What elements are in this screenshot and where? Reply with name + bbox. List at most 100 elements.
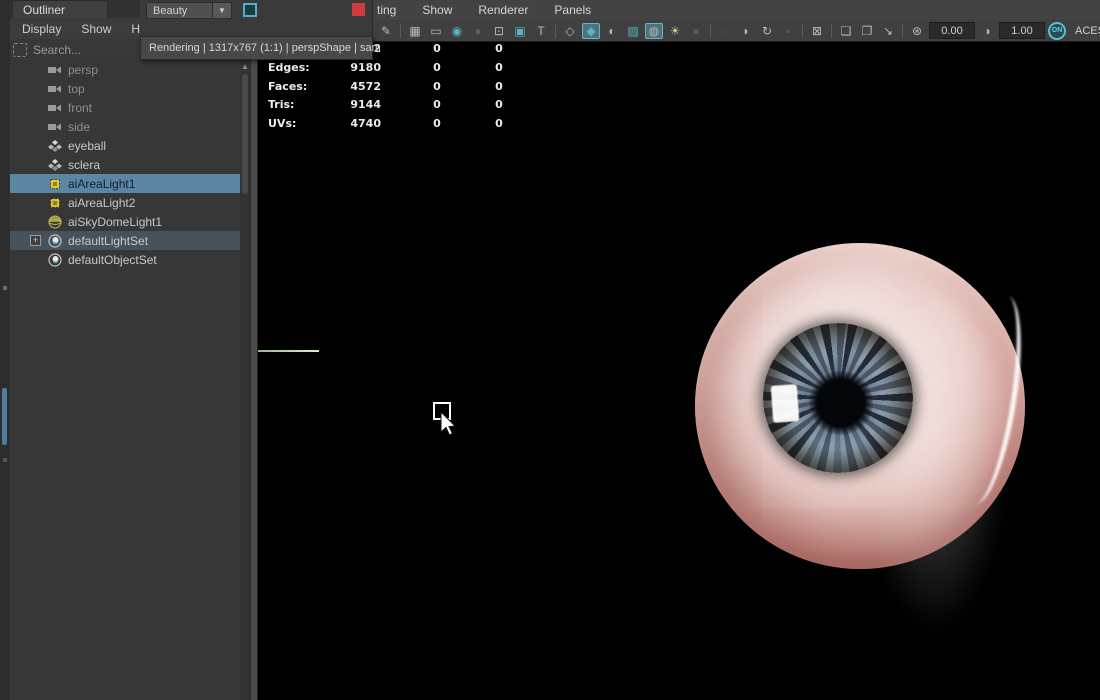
- outliner-item-defaultLightSet[interactable]: + defaultLightSet: [10, 231, 240, 250]
- hud-icon[interactable]: T: [532, 23, 550, 39]
- set-icon: [48, 234, 62, 248]
- gate-mask-off-icon[interactable]: ●: [469, 23, 487, 39]
- mouse-cursor: [433, 402, 467, 443]
- outliner-item-persp[interactable]: persp: [10, 60, 240, 79]
- isolate-select-icon[interactable]: ⊠: [808, 23, 826, 39]
- separator: [710, 24, 711, 38]
- image-plane-icon[interactable]: ▣: [511, 23, 529, 39]
- item-label: side: [68, 120, 90, 134]
- panel-divider[interactable]: [250, 0, 258, 700]
- wireframe-on-shaded-icon[interactable]: ◐: [603, 23, 621, 39]
- camera-icon: [48, 63, 62, 77]
- item-label: aiSkyDomeLight1: [68, 215, 162, 229]
- outliner-item-aiAreaLight1[interactable]: aiAreaLight1: [10, 174, 240, 193]
- item-label: aiAreaLight1: [68, 177, 135, 191]
- item-label: persp: [68, 63, 98, 77]
- grid-icon[interactable]: ▦: [406, 23, 424, 39]
- region-render-icon[interactable]: [243, 3, 257, 17]
- camera-icon: [48, 101, 62, 115]
- menu-renderer[interactable]: Renderer: [478, 3, 528, 17]
- camera-icon: [48, 82, 62, 96]
- textured-icon[interactable]: ▨: [624, 23, 642, 39]
- mesh-icon: [48, 158, 62, 172]
- refresh-icon[interactable]: ↻: [758, 23, 776, 39]
- aov-selected-value: Beauty: [147, 5, 212, 17]
- outliner-scrollbar[interactable]: ▲: [240, 60, 250, 700]
- mesh-icon: [48, 139, 62, 153]
- colorspace-label[interactable]: ACES 1.0 SDR-video (sRG: [1075, 25, 1100, 37]
- skydome-light-icon: [48, 215, 62, 229]
- item-label: eyeball: [68, 139, 106, 153]
- edge-dot: [3, 286, 7, 290]
- wireframe-icon[interactable]: ◇: [561, 23, 579, 39]
- edge-accent-bar: [2, 388, 7, 445]
- outliner-item-top[interactable]: top: [10, 79, 240, 98]
- exposure-field[interactable]: 0.00: [929, 22, 975, 39]
- filter-icon[interactable]: [13, 43, 27, 57]
- outliner-item-front[interactable]: front: [10, 98, 240, 117]
- gate-mask-icon[interactable]: ⊡: [490, 23, 508, 39]
- outliner-item-aiSkyDomeLight1[interactable]: aiSkyDomeLight1: [10, 212, 240, 231]
- iris-specular-highlight: [771, 384, 800, 423]
- snapshot-compare-icon[interactable]: ❐: [858, 23, 876, 39]
- menu-show[interactable]: Show: [81, 22, 111, 36]
- panel-menubar: ting Show Renderer Panels: [373, 0, 1100, 20]
- outliner-item-defaultObjectSet[interactable]: defaultObjectSet: [10, 250, 240, 269]
- menu-lighting-partial[interactable]: ting: [377, 3, 396, 17]
- shadows-off-icon[interactable]: ●: [687, 23, 705, 39]
- exposure-icon[interactable]: ⊛: [908, 23, 926, 39]
- ambient-occlusion-icon[interactable]: ◌: [716, 23, 734, 39]
- renderview-toolbar: Beauty ▼: [140, 0, 373, 36]
- separator: [555, 24, 556, 38]
- stop-render-button[interactable]: [352, 3, 365, 16]
- viewport-icon-bar: ✎ ▦ ▭ ◉ ● ⊡ ▣ T ◇ ◆ ◐ ▨ ◍ ☀ ● ◌ ◗ ↻ ▪ ⊠ …: [373, 20, 1100, 42]
- scroll-up-icon[interactable]: ▲: [241, 62, 249, 71]
- outliner-tree: persp top front side eyeball sclera aiAr…: [10, 60, 240, 700]
- tab-outliner[interactable]: Outliner: [12, 0, 108, 18]
- render-viewport[interactable]: 2 0 0 Edges: 9180 0 0 Faces: 4572 0 0 Tr…: [258, 0, 1100, 700]
- search-input[interactable]: Search...: [33, 43, 81, 57]
- view-transform-toggle[interactable]: ON: [1048, 22, 1066, 40]
- outliner-panel: Outliner Display Show Help Search... per…: [10, 0, 250, 700]
- pupil: [809, 371, 873, 435]
- window-edge-strip: [0, 0, 10, 700]
- use-all-lights-icon[interactable]: ◍: [645, 23, 663, 39]
- outliner-item-side[interactable]: side: [10, 117, 240, 136]
- motion-blur-icon[interactable]: ◗: [737, 23, 755, 39]
- scrollbar-thumb[interactable]: [242, 74, 248, 194]
- item-label: top: [68, 82, 85, 96]
- snapshot-icon[interactable]: ❏: [837, 23, 855, 39]
- menu-display[interactable]: Display: [22, 22, 61, 36]
- resolution-gate-icon[interactable]: ◉: [448, 23, 466, 39]
- menu-panels[interactable]: Panels: [554, 3, 591, 17]
- render-status-tooltip: Rendering | 1317x767 (1:1) | perspShape …: [140, 36, 373, 60]
- set-icon: [48, 253, 62, 267]
- chevron-down-icon[interactable]: ▼: [212, 3, 231, 18]
- edge-dot: [3, 458, 7, 462]
- shaded-icon[interactable]: ◆: [582, 23, 600, 39]
- aov-dropdown[interactable]: Beauty ▼: [146, 2, 232, 19]
- item-label: defaultObjectSet: [68, 253, 157, 267]
- separator: [831, 24, 832, 38]
- gamma-field[interactable]: 1.00: [999, 22, 1045, 39]
- separator: [902, 24, 903, 38]
- menu-show[interactable]: Show: [422, 3, 452, 17]
- outliner-item-eyeball[interactable]: eyeball: [10, 136, 240, 155]
- gamma-icon[interactable]: ◑: [978, 23, 996, 39]
- rendered-eyeball: [695, 243, 1025, 569]
- expand-icon[interactable]: +: [30, 235, 41, 246]
- item-label: front: [68, 101, 92, 115]
- greyed-icon[interactable]: ▪: [779, 23, 797, 39]
- item-label: defaultLightSet: [68, 234, 148, 248]
- default-lighting-icon[interactable]: ☀: [666, 23, 684, 39]
- item-label: aiAreaLight2: [68, 196, 135, 210]
- pencil-icon[interactable]: ✎: [377, 23, 395, 39]
- render-progress-line: [258, 350, 319, 352]
- pan-zoom-icon[interactable]: ↘: [879, 23, 897, 39]
- item-label: sclera: [68, 158, 100, 172]
- separator: [802, 24, 803, 38]
- outliner-item-sclera[interactable]: sclera: [10, 155, 240, 174]
- outliner-item-aiAreaLight2[interactable]: aiAreaLight2: [10, 193, 240, 212]
- camera-icon: [48, 120, 62, 134]
- film-gate-icon[interactable]: ▭: [427, 23, 445, 39]
